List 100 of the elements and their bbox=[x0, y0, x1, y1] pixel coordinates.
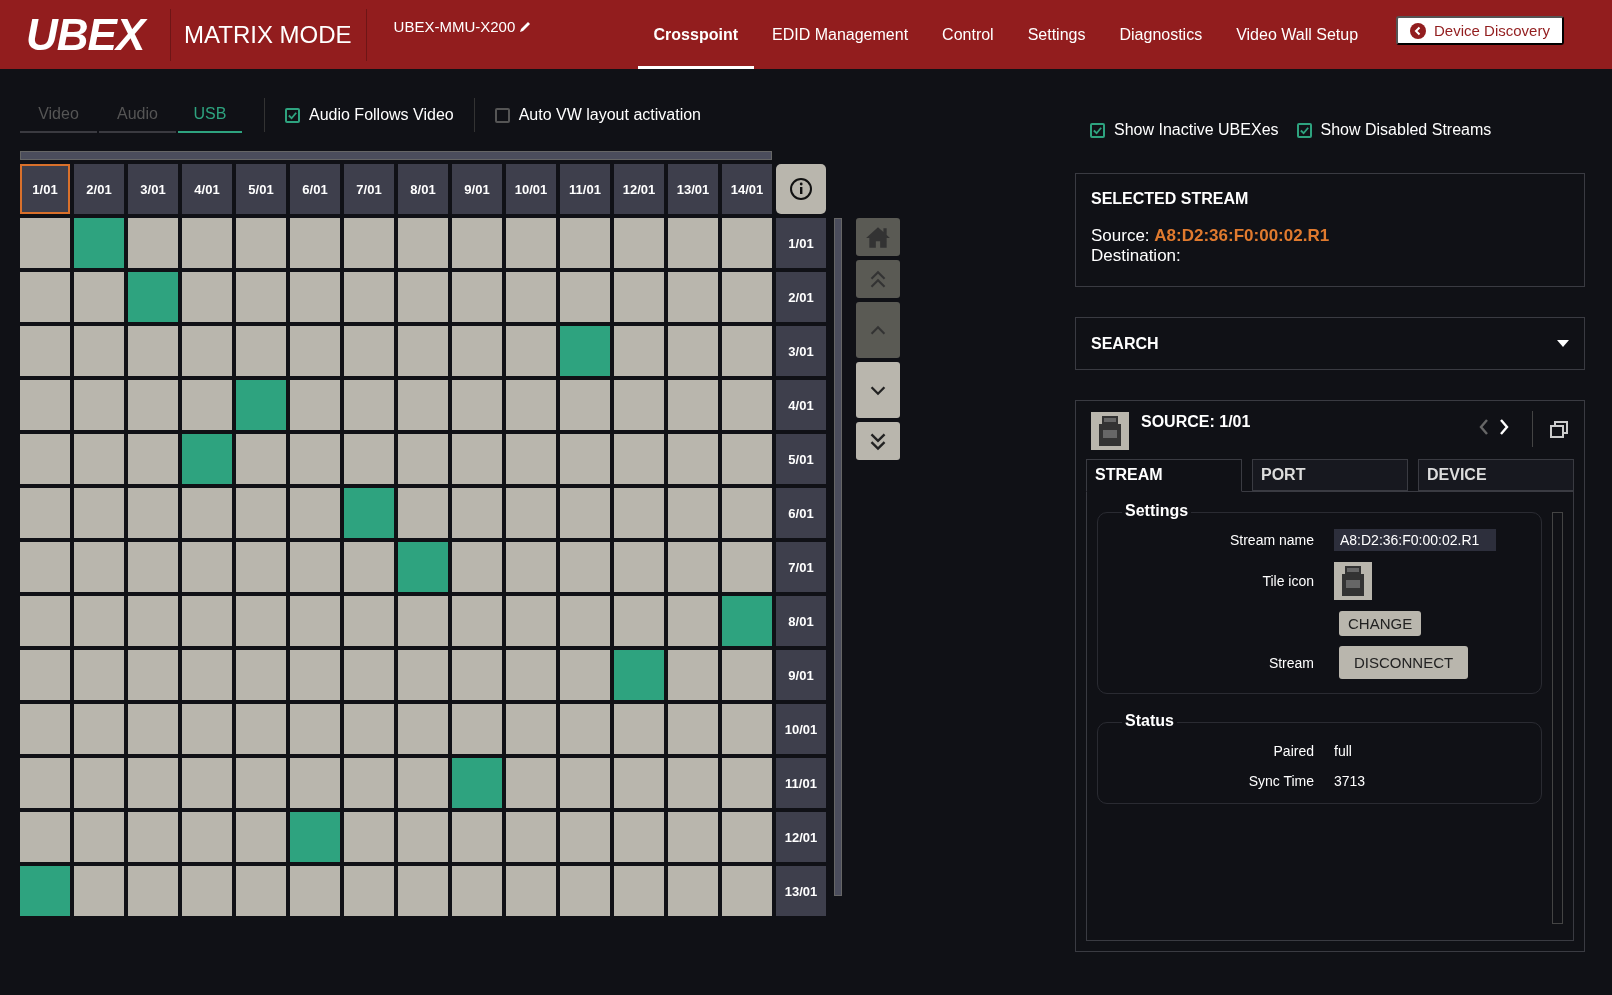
panel-tab[interactable]: STREAM bbox=[1086, 459, 1242, 492]
crosspoint-cell[interactable] bbox=[290, 758, 340, 808]
vertical-scrollbar[interactable] bbox=[1552, 512, 1563, 924]
crosspoint-cell[interactable] bbox=[398, 704, 448, 754]
info-button[interactable] bbox=[776, 164, 826, 214]
crosspoint-cell[interactable] bbox=[560, 812, 610, 862]
column-header[interactable]: 11/01 bbox=[560, 164, 610, 214]
crosspoint-cell[interactable] bbox=[236, 434, 286, 484]
crosspoint-cell[interactable] bbox=[128, 596, 178, 646]
crosspoint-cell[interactable] bbox=[344, 812, 394, 862]
crosspoint-cell[interactable] bbox=[182, 218, 232, 268]
crosspoint-cell[interactable] bbox=[182, 542, 232, 592]
column-header[interactable]: 12/01 bbox=[614, 164, 664, 214]
crosspoint-cell[interactable] bbox=[668, 434, 718, 484]
crosspoint-cell[interactable] bbox=[20, 542, 70, 592]
crosspoint-cell[interactable] bbox=[344, 218, 394, 268]
crosspoint-cell[interactable] bbox=[236, 650, 286, 700]
crosspoint-cell[interactable] bbox=[560, 326, 610, 376]
crosspoint-cell[interactable] bbox=[128, 380, 178, 430]
crosspoint-cell[interactable] bbox=[20, 434, 70, 484]
crosspoint-cell[interactable] bbox=[344, 272, 394, 322]
column-header[interactable]: 14/01 bbox=[722, 164, 772, 214]
crosspoint-cell[interactable] bbox=[344, 650, 394, 700]
crosspoint-cell[interactable] bbox=[74, 812, 124, 862]
crosspoint-cell[interactable] bbox=[182, 380, 232, 430]
device-discovery-button[interactable]: Device Discovery bbox=[1396, 16, 1564, 45]
crosspoint-cell[interactable] bbox=[614, 488, 664, 538]
crosspoint-cell[interactable] bbox=[722, 650, 772, 700]
crosspoint-cell[interactable] bbox=[128, 812, 178, 862]
crosspoint-cell[interactable] bbox=[182, 272, 232, 322]
crosspoint-cell[interactable] bbox=[506, 272, 556, 322]
crosspoint-cell[interactable] bbox=[398, 488, 448, 538]
row-header[interactable]: 7/01 bbox=[776, 542, 826, 592]
crosspoint-cell[interactable] bbox=[74, 596, 124, 646]
crosspoint-cell[interactable] bbox=[74, 542, 124, 592]
crosspoint-cell[interactable] bbox=[290, 866, 340, 916]
crosspoint-cell[interactable] bbox=[20, 596, 70, 646]
crosspoint-cell[interactable] bbox=[74, 650, 124, 700]
crosspoint-cell[interactable] bbox=[236, 380, 286, 430]
change-button[interactable]: CHANGE bbox=[1339, 611, 1422, 636]
horizontal-scrollbar[interactable] bbox=[20, 151, 772, 160]
crosspoint-cell[interactable] bbox=[182, 650, 232, 700]
crosspoint-cell[interactable] bbox=[236, 596, 286, 646]
pencil-icon[interactable] bbox=[518, 19, 533, 34]
crosspoint-cell[interactable] bbox=[614, 380, 664, 430]
crosspoint-cell[interactable] bbox=[290, 272, 340, 322]
crosspoint-cell[interactable] bbox=[722, 758, 772, 808]
crosspoint-cell[interactable] bbox=[722, 542, 772, 592]
checkbox[interactable] bbox=[285, 107, 300, 123]
nav-tab[interactable]: Crosspoint bbox=[637, 0, 754, 69]
crosspoint-cell[interactable] bbox=[290, 218, 340, 268]
crosspoint-cell[interactable] bbox=[506, 326, 556, 376]
crosspoint-cell[interactable] bbox=[722, 704, 772, 754]
crosspoint-cell[interactable] bbox=[668, 704, 718, 754]
crosspoint-cell[interactable] bbox=[614, 758, 664, 808]
crosspoint-cell[interactable] bbox=[398, 650, 448, 700]
crosspoint-cell[interactable] bbox=[20, 272, 70, 322]
checkbox[interactable] bbox=[1296, 122, 1312, 138]
crosspoint-cell[interactable] bbox=[236, 326, 286, 376]
crosspoint-cell[interactable] bbox=[344, 326, 394, 376]
crosspoint-cell[interactable] bbox=[128, 488, 178, 538]
column-header[interactable]: 1/01 bbox=[20, 164, 70, 214]
crosspoint-cell[interactable] bbox=[614, 218, 664, 268]
crosspoint-cell[interactable] bbox=[560, 272, 610, 322]
crosspoint-cell[interactable] bbox=[506, 866, 556, 916]
checkbox[interactable] bbox=[494, 107, 510, 123]
crosspoint-cell[interactable] bbox=[506, 812, 556, 862]
crosspoint-cell[interactable] bbox=[668, 488, 718, 538]
crosspoint-cell[interactable] bbox=[722, 326, 772, 376]
disconnect-button[interactable]: DISCONNECT bbox=[1339, 646, 1469, 679]
crosspoint-cell[interactable] bbox=[20, 218, 70, 268]
crosspoint-cell[interactable] bbox=[128, 650, 178, 700]
crosspoint-cell[interactable] bbox=[344, 704, 394, 754]
stream-name-field[interactable]: A8:D2:36:F0:00:02.R1 bbox=[1334, 529, 1496, 551]
search-panel[interactable]: SEARCH bbox=[1075, 317, 1585, 370]
crosspoint-cell[interactable] bbox=[344, 596, 394, 646]
crosspoint-cell[interactable] bbox=[668, 812, 718, 862]
crosspoint-cell[interactable] bbox=[452, 596, 502, 646]
crosspoint-cell[interactable] bbox=[614, 326, 664, 376]
crosspoint-cell[interactable] bbox=[668, 542, 718, 592]
crosspoint-cell[interactable] bbox=[398, 542, 448, 592]
crosspoint-cell[interactable] bbox=[344, 542, 394, 592]
crosspoint-cell[interactable] bbox=[668, 218, 718, 268]
crosspoint-cell[interactable] bbox=[506, 704, 556, 754]
checkbox[interactable] bbox=[1090, 122, 1105, 138]
crosspoint-cell[interactable] bbox=[452, 812, 502, 862]
crosspoint-cell[interactable] bbox=[20, 488, 70, 538]
nav-tab[interactable]: Video Wall Setup bbox=[1220, 0, 1375, 69]
crosspoint-cell[interactable] bbox=[74, 704, 124, 754]
crosspoint-cell[interactable] bbox=[20, 326, 70, 376]
row-header[interactable]: 9/01 bbox=[776, 650, 826, 700]
crosspoint-cell[interactable] bbox=[452, 866, 502, 916]
crosspoint-cell[interactable] bbox=[290, 326, 340, 376]
crosspoint-cell[interactable] bbox=[614, 272, 664, 322]
nav-tab[interactable]: Settings bbox=[1011, 0, 1102, 69]
crosspoint-cell[interactable] bbox=[74, 380, 124, 430]
crosspoint-cell[interactable] bbox=[560, 704, 610, 754]
crosspoint-cell[interactable] bbox=[290, 704, 340, 754]
crosspoint-cell[interactable] bbox=[236, 542, 286, 592]
column-header[interactable]: 6/01 bbox=[290, 164, 340, 214]
